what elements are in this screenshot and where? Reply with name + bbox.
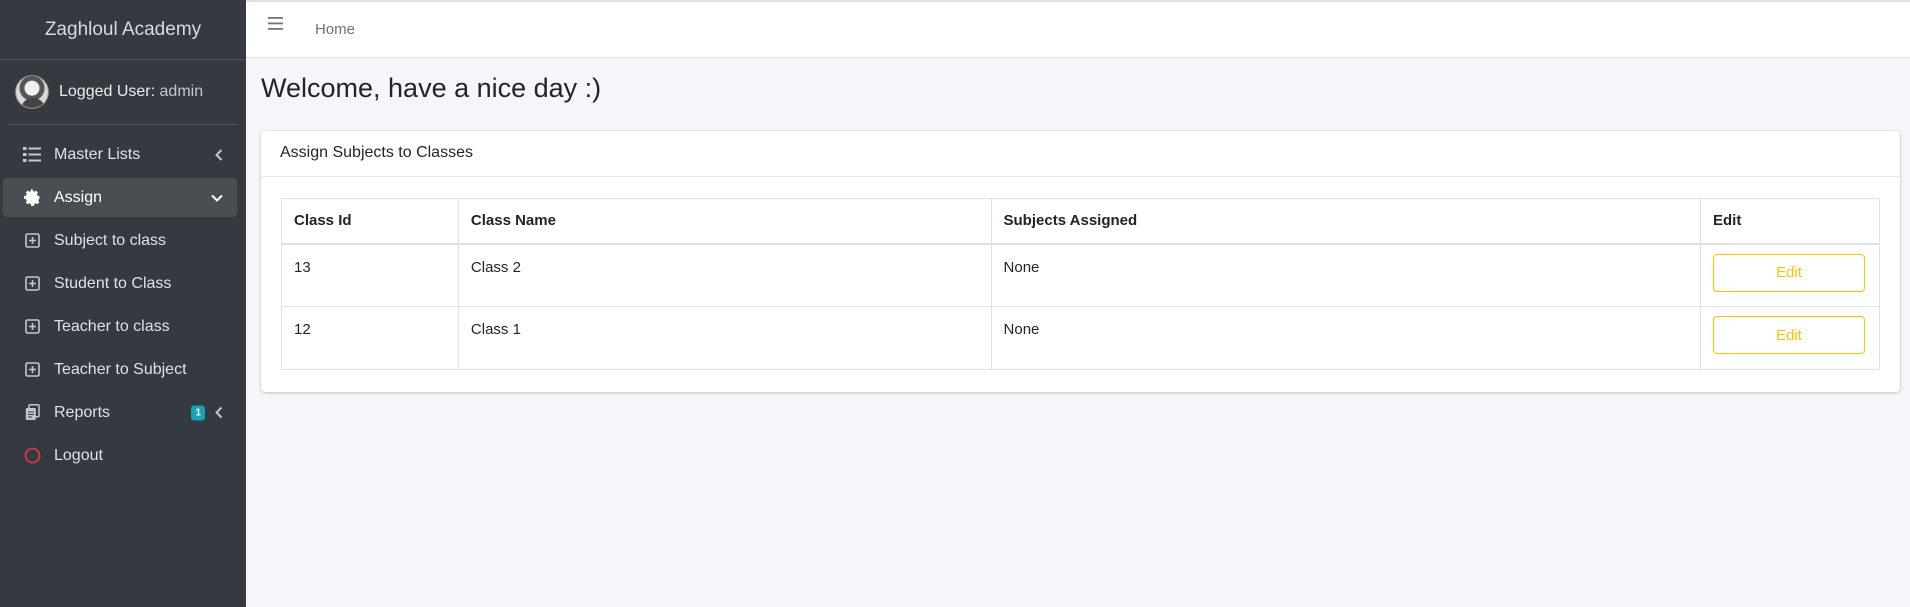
gear-icon: [22, 189, 42, 206]
table-header-row: Class Id Class Name Subjects Assigned Ed…: [281, 198, 1880, 245]
user-label: Logged User:: [59, 83, 156, 100]
chevron-left-icon: [215, 148, 223, 161]
user-panel: Logged User: admin: [8, 60, 238, 125]
home-link[interactable]: Home: [315, 21, 355, 38]
classes-table: Class Id Class Name Subjects Assigned Ed…: [281, 198, 1880, 370]
card-title: Assign Subjects to Classes: [261, 131, 1900, 177]
sidebar-item-label: Teacher to class: [54, 317, 170, 335]
page-title: Welcome, have a nice day :): [261, 73, 602, 103]
class-id-cell: 12: [281, 306, 459, 370]
class-name-cell: Class 1: [457, 306, 992, 370]
edit-cell: Edit: [1700, 306, 1880, 370]
circle-icon: [22, 447, 42, 464]
brand-name: Zaghloul Academy: [44, 18, 202, 40]
sidebar-item-student-to-class[interactable]: Student to Class: [3, 264, 237, 303]
sidebar-item-teacher-to-subject[interactable]: Teacher to Subject: [3, 350, 237, 389]
sidebar-item-label: Teacher to Subject: [54, 360, 187, 378]
sidebar-item-teacher-to-class[interactable]: Teacher to class: [3, 307, 237, 346]
class-id-cell: 13: [281, 243, 459, 307]
edit-button[interactable]: Edit: [1713, 316, 1865, 354]
class-name-cell: Class 2: [457, 243, 992, 307]
plus-square-icon: [22, 319, 42, 334]
sidebar-item-label: Logout: [54, 446, 103, 464]
sidebar-item-reports[interactable]: Reports 1: [3, 393, 237, 432]
sidebar-nav: Master Lists Assign Subject to class Stu…: [0, 125, 246, 475]
avatar: [15, 75, 49, 109]
column-header-class-name: Class Name: [457, 198, 992, 245]
sidebar-item-logout[interactable]: Logout: [3, 436, 237, 475]
sidebar-item-subject-to-class[interactable]: Subject to class: [3, 221, 237, 260]
edit-cell: Edit: [1700, 243, 1880, 307]
sidebar-item-label: Master Lists: [54, 145, 141, 163]
sidebar: Zaghloul Academy Logged User: admin Mast…: [0, 0, 246, 607]
plus-square-icon: [22, 362, 42, 377]
table-row: 12 Class 1 None Edit: [281, 306, 1880, 370]
chevron-down-icon: [211, 194, 223, 202]
brand-link[interactable]: Zaghloul Academy: [0, 0, 246, 60]
reports-count-badge: 1: [191, 405, 205, 420]
table-row: 13 Class 2 None Edit: [281, 243, 1880, 307]
column-header-subjects-assigned: Subjects Assigned: [990, 198, 1702, 245]
plus-square-icon: [22, 233, 42, 248]
sidebar-item-label: Subject to class: [54, 231, 167, 249]
sidebar-item-assign[interactable]: Assign: [3, 178, 237, 217]
list-icon: [22, 147, 42, 162]
subjects-assigned-cell: None: [990, 243, 1702, 307]
chevron-left-icon: [215, 406, 223, 419]
user-info: Logged User: admin: [59, 83, 203, 101]
column-header-edit: Edit: [1700, 198, 1880, 245]
edit-button[interactable]: Edit: [1713, 253, 1865, 292]
sidebar-item-label: Assign: [54, 188, 103, 206]
subjects-assigned-cell: None: [990, 306, 1702, 370]
top-navbar: Home: [246, 0, 1910, 58]
plus-square-icon: [22, 276, 42, 291]
hamburger-menu-icon[interactable]: [268, 17, 283, 35]
copy-icon: [22, 404, 42, 421]
assign-card: Assign Subjects to Classes Class Id Clas…: [261, 131, 1900, 392]
user-name[interactable]: admin: [160, 83, 204, 100]
column-header-class-id: Class Id: [281, 198, 459, 245]
sidebar-item-master-lists[interactable]: Master Lists: [3, 135, 237, 174]
sidebar-item-label: Reports: [54, 403, 111, 421]
sidebar-item-label: Student to Class: [54, 274, 172, 292]
